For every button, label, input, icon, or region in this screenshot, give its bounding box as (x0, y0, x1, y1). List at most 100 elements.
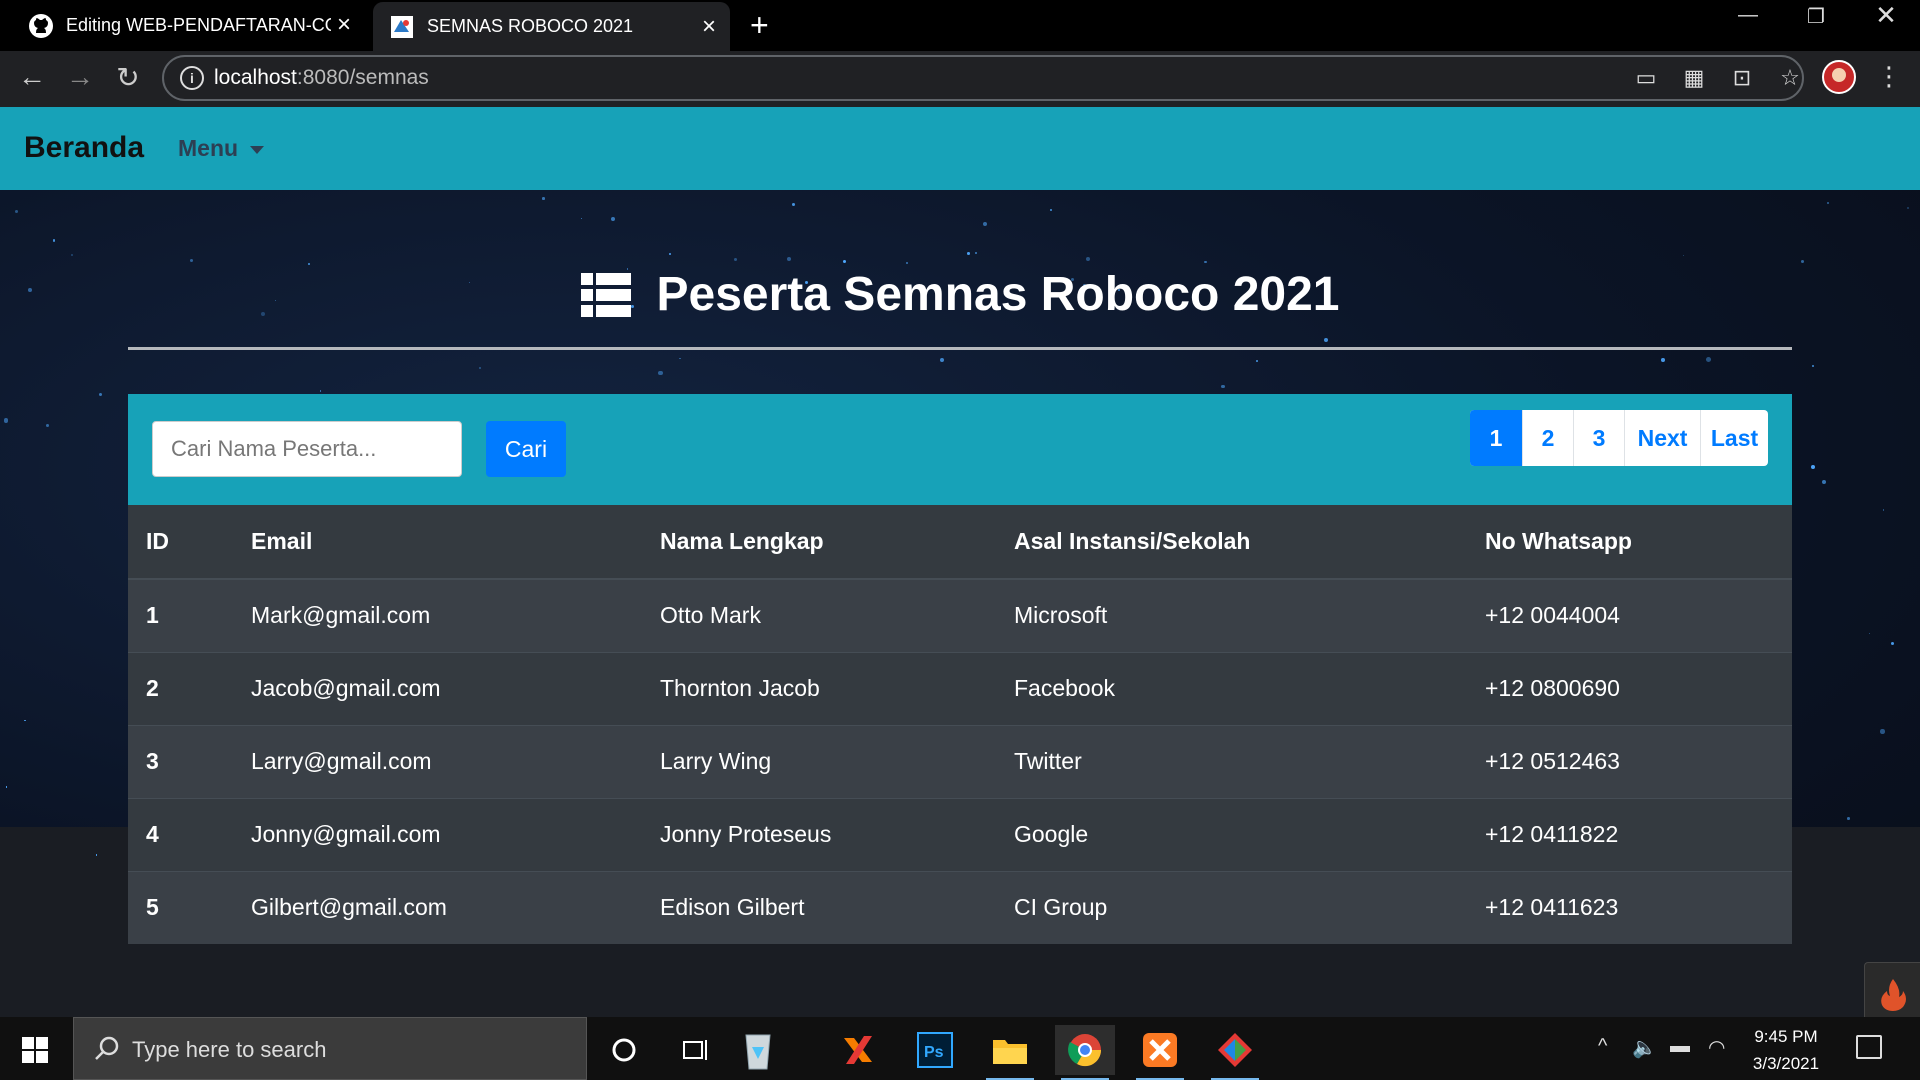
star-dot (1220, 384, 1225, 389)
page-3-button[interactable]: 3 (1573, 410, 1624, 466)
participants-table: ID Email Nama Lengkap Asal Instansi/Seko… (128, 505, 1792, 944)
star-dot (542, 197, 545, 200)
back-icon[interactable]: ← (12, 61, 52, 93)
cast-icon[interactable]: ▭ (1631, 65, 1661, 91)
cell-whatsapp: +12 0411822 (1467, 797, 1792, 871)
git-client-icon[interactable] (1205, 1025, 1265, 1080)
star-dot (1890, 641, 1894, 645)
profile-avatar[interactable] (1822, 60, 1856, 94)
browser-menu-icon[interactable]: ⋮ (1876, 61, 1902, 92)
show-hidden-icons-icon[interactable]: ^ (1598, 1035, 1607, 1058)
last-page-button[interactable]: Last (1700, 410, 1768, 466)
star-dot (189, 258, 194, 263)
bookmark-star-icon[interactable]: ☆ (1775, 65, 1805, 91)
divider (128, 347, 1792, 350)
cell-email: Gilbert@gmail.com (233, 870, 642, 944)
minimize-window-icon[interactable]: — (1718, 4, 1778, 27)
star-dot (1255, 359, 1258, 362)
star-dot (1812, 365, 1814, 367)
list-icon (580, 272, 631, 317)
xampp-control-icon[interactable] (1130, 1025, 1190, 1080)
close-tab-icon[interactable]: × (702, 15, 716, 39)
table-toolbar: Cari 1 2 3 Next Last (128, 394, 1792, 505)
menu-dropdown[interactable]: Menu (178, 135, 265, 162)
cell-name: Edison Gilbert (642, 870, 996, 944)
browser-toolbar: ← → ↻ i localhost:8080/semnas ▭ ▦ ⊡ ☆ ⋮ (0, 51, 1920, 107)
star-dot (14, 209, 19, 214)
cell-email: Larry@gmail.com (233, 724, 642, 798)
cortana-icon[interactable] (594, 1025, 654, 1075)
taskbar-clock[interactable]: 9:45 PM 3/3/2021 (1740, 1023, 1832, 1077)
star-dot (99, 392, 103, 396)
star-dot (787, 257, 792, 262)
star-dot (1049, 208, 1053, 212)
page-title: Peserta Semnas Roboco 2021 (656, 268, 1340, 321)
star-dot (905, 261, 908, 264)
chrome-icon[interactable] (1055, 1025, 1115, 1080)
photoshop-icon[interactable]: Ps (905, 1025, 965, 1075)
star-dot (1801, 259, 1805, 263)
windows-start-icon[interactable] (22, 1037, 48, 1063)
star-dot (24, 719, 26, 722)
xampp-x-icon[interactable] (828, 1025, 888, 1075)
column-header: Email (233, 505, 642, 580)
restore-window-icon[interactable]: ❐ (1786, 4, 1846, 29)
column-header: Asal Instansi/Sekolah (996, 505, 1467, 580)
star-dot (1882, 508, 1885, 511)
column-header: ID (128, 505, 233, 580)
star-dot (5, 786, 8, 788)
cell-whatsapp: +12 0800690 (1467, 651, 1792, 725)
cell-institution: Twitter (996, 724, 1467, 798)
page-2-button[interactable]: 2 (1522, 410, 1573, 466)
star-dot (319, 389, 322, 392)
close-tab-icon[interactable]: × (337, 13, 351, 37)
page-heading: Peserta Semnas Roboco 2021 (0, 267, 1920, 329)
star-dot (1907, 206, 1910, 210)
file-explorer-icon[interactable] (980, 1025, 1040, 1080)
star-dot (1821, 479, 1827, 484)
new-tab-button[interactable]: + (750, 9, 769, 41)
star-dot (1682, 255, 1685, 257)
table-header-row: ID Email Nama Lengkap Asal Instansi/Seko… (128, 505, 1792, 580)
clock-time: 9:45 PM (1754, 1027, 1818, 1046)
star-dot (1706, 357, 1712, 363)
star-dot (71, 254, 74, 256)
next-page-button[interactable]: Next (1624, 410, 1700, 466)
cell-institution: CI Group (996, 870, 1467, 944)
star-dot (1810, 464, 1816, 470)
wifi-icon[interactable]: ◠ (1708, 1035, 1725, 1060)
translate-icon[interactable]: ⊡ (1727, 65, 1757, 91)
search-icon (95, 1036, 119, 1060)
brand-link[interactable]: Beranda (24, 131, 144, 165)
star-dot (1847, 817, 1850, 820)
volume-icon[interactable]: 🔈 (1632, 1035, 1657, 1060)
column-header: No Whatsapp (1467, 505, 1792, 580)
star-dot (52, 239, 55, 242)
browser-tab-bar: Editing WEB-PENDAFTARAN-CO × SEMNAS ROBO… (0, 0, 1920, 51)
forward-icon[interactable]: → (60, 61, 100, 93)
table-row: 3 Larry@gmail.com Larry Wing Twitter +12… (128, 724, 1792, 798)
cell-institution: Google (996, 797, 1467, 871)
search-input[interactable] (152, 421, 462, 477)
task-view-icon[interactable] (665, 1025, 725, 1075)
battery-icon[interactable]: ▬ (1670, 1035, 1690, 1058)
star-dot (308, 263, 310, 265)
star-dot (580, 217, 583, 220)
address-bar[interactable]: i localhost:8080/semnas ▭ ▦ ⊡ ☆ (162, 55, 1804, 101)
floating-widget-button[interactable] (1864, 962, 1920, 1017)
close-window-icon[interactable]: ✕ (1856, 0, 1916, 31)
qr-code-icon[interactable]: ▦ (1679, 65, 1709, 91)
reload-icon[interactable]: ↻ (108, 61, 148, 94)
page-1-button[interactable]: 1 (1470, 410, 1522, 466)
tab-github-editing[interactable]: Editing WEB-PENDAFTARAN-CO × (0, 0, 365, 51)
notification-center-icon[interactable] (1856, 1035, 1882, 1059)
cell-id: 1 (128, 578, 233, 652)
search-button[interactable]: Cari (486, 421, 566, 477)
tab-semnas-roboco[interactable]: SEMNAS ROBOCO 2021 × (373, 2, 730, 51)
cell-id: 4 (128, 797, 233, 871)
recycle-bin-icon[interactable] (728, 1025, 788, 1075)
taskbar-search-box[interactable]: Type here to search (73, 1017, 587, 1080)
site-info-icon[interactable]: i (180, 66, 204, 90)
menu-label: Menu (178, 135, 239, 161)
star-dot (842, 259, 846, 263)
